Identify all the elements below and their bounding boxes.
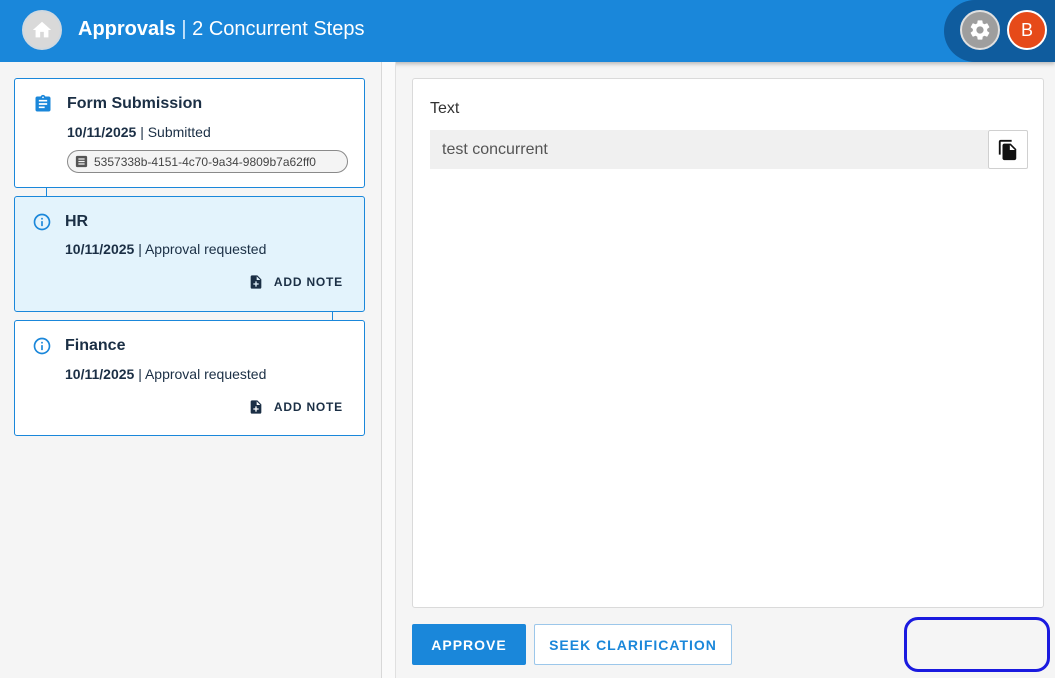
step-card-finance[interactable]: Finance 10/11/2025 | Approval requested … [14,320,365,436]
add-note-label: ADD NOTE [273,275,343,289]
step-title: Form Submission [67,95,203,112]
step-status: Submitted [147,124,211,140]
settings-button[interactable] [960,10,1000,50]
step-card-hr[interactable]: HR 10/11/2025 | Approval requested ADD N… [14,196,365,312]
highlight-annotation [904,617,1050,672]
info-icon [33,213,51,231]
step-meta: 10/11/2025 | Approval requested [65,241,266,257]
step-date: 10/11/2025 [65,366,135,382]
step-meta-separator: | [140,124,144,140]
step-date: 10/11/2025 [65,241,135,257]
step-card-form-submission[interactable]: Form Submission 10/11/2025 | Submitted 5… [14,78,365,188]
add-note-button[interactable]: ADD NOTE [248,398,343,416]
approve-button[interactable]: APPROVE [412,624,526,665]
clipboard-icon [35,94,51,112]
step-title: Finance [65,337,126,354]
document-list-icon [75,155,88,168]
page-title-subtitle: 2 Concurrent Steps [192,18,365,40]
form-content-card: Text test concurrent [412,78,1044,608]
step-status: Approval requested [144,241,267,257]
panel-divider [382,62,396,678]
step-meta-separator: | [138,241,142,257]
seek-clarification-button[interactable]: SEEK CLARIFICATION [534,624,732,665]
info-icon [33,337,51,355]
page-title-main: Approvals [78,18,176,40]
step-meta: 10/11/2025 | Approval requested [65,366,266,382]
copy-icon [998,139,1017,160]
step-meta-separator: | [138,366,142,382]
step-date: 10/11/2025 [67,124,137,140]
gear-icon [970,20,990,40]
home-icon [32,21,52,38]
text-field-value: test concurrent [430,130,988,169]
step-meta: 10/11/2025 | Submitted [67,124,211,140]
home-button[interactable] [22,10,62,50]
submission-id: 5357338b-4151-4c70-9a34-9809b7a62ff0 [94,154,316,169]
app-header: Approvals | 2 Concurrent Steps B [0,0,1055,62]
user-avatar[interactable]: B [1007,10,1047,50]
add-note-button[interactable]: ADD NOTE [248,273,343,291]
submission-id-chip[interactable]: 5357338b-4151-4c70-9a34-9809b7a62ff0 [67,150,348,173]
add-note-label: ADD NOTE [273,400,343,414]
page-title: Approvals | 2 Concurrent Steps [78,18,364,41]
page-title-separator: | [181,18,187,40]
add-note-icon [250,275,262,289]
step-title: HR [65,213,89,230]
add-note-icon [250,400,262,414]
copy-button[interactable] [988,130,1028,169]
step-status: Approval requested [144,366,267,382]
text-field-label: Text [430,100,460,117]
